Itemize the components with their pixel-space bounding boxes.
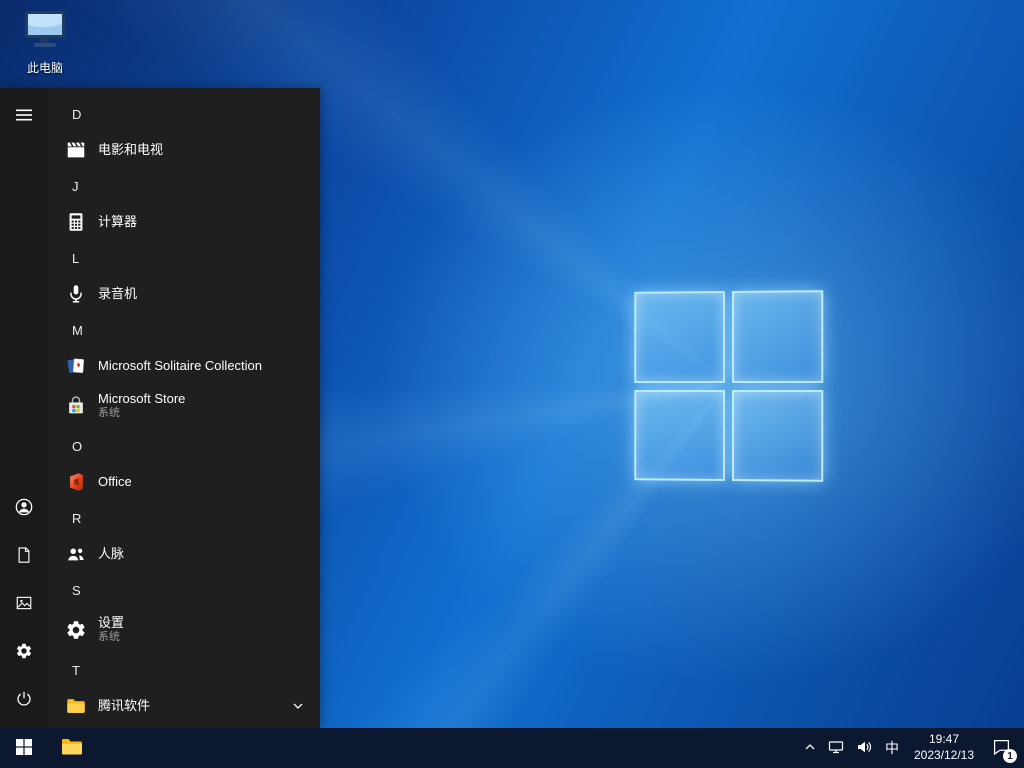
app-group-letter-s[interactable]: S — [48, 572, 320, 608]
store-icon — [64, 394, 88, 418]
ime-label: 中 — [885, 740, 899, 756]
desktop-icon-this-pc[interactable]: 此电脑 — [6, 8, 84, 76]
app-group-letter-o[interactable]: O — [48, 428, 320, 464]
app-item-solitaire[interactable]: Microsoft Solitaire Collection — [48, 348, 320, 384]
app-label: 计算器 — [98, 213, 138, 229]
logo-pane — [731, 290, 824, 383]
file-explorer-button[interactable] — [48, 728, 96, 768]
pictures-button[interactable] — [0, 580, 48, 628]
logo-pane — [634, 291, 725, 383]
app-item-settings[interactable]: 设置 系统 — [48, 608, 320, 652]
start-menu: D 电影和电视 J 计算器 L 录音机 M Microsoft Solitair… — [0, 88, 320, 728]
app-item-calculator[interactable]: 计算器 — [48, 204, 320, 240]
group-letter: J — [72, 178, 79, 194]
settings-button[interactable] — [0, 628, 48, 676]
action-center-button[interactable]: 1 — [982, 728, 1020, 768]
this-pc-label: 此电脑 — [26, 61, 63, 75]
app-item-people[interactable]: 人脉 — [48, 536, 320, 572]
chevron-up-icon — [804, 741, 816, 756]
taskbar: 中 19:47 2023/12/13 1 — [0, 728, 1024, 768]
account-button[interactable] — [0, 484, 48, 532]
group-letter: D — [72, 106, 82, 122]
app-item-microsoft-store[interactable]: Microsoft Store 系统 — [48, 384, 320, 428]
start-menu-app-list: D 电影和电视 J 计算器 L 录音机 M Microsoft Solitair… — [48, 88, 320, 728]
volume-button[interactable] — [850, 728, 878, 768]
hamburger-icon — [16, 107, 32, 126]
power-icon — [15, 690, 33, 711]
app-item-movies-tv[interactable]: 电影和电视 — [48, 132, 320, 168]
app-label: 腾讯软件 — [98, 697, 151, 713]
app-label: 设置 — [98, 615, 125, 630]
network-button[interactable] — [822, 728, 850, 768]
settings-icon — [15, 642, 33, 663]
app-group-letter-t[interactable]: T — [48, 652, 320, 688]
app-item-voice-recorder[interactable]: 录音机 — [48, 276, 320, 312]
clock-date: 2023/12/13 — [913, 748, 975, 762]
start-button[interactable] — [0, 728, 48, 768]
pictures-icon — [15, 594, 33, 615]
office-icon — [64, 470, 88, 494]
group-letter: R — [72, 510, 82, 526]
app-label: Office — [98, 473, 132, 489]
group-letter: L — [72, 250, 80, 266]
app-group-letter-m[interactable]: M — [48, 312, 320, 348]
windows-logo — [634, 290, 824, 482]
volume-icon — [856, 739, 872, 758]
movies-tv-icon — [64, 138, 88, 162]
account-icon — [14, 497, 34, 520]
app-label: 电影和电视 — [98, 141, 164, 157]
solitaire-icon — [64, 354, 88, 378]
logo-pane — [634, 389, 725, 481]
people-icon — [64, 542, 88, 566]
documents-icon — [15, 546, 33, 567]
ime-indicator[interactable]: 中 — [878, 728, 906, 768]
logo-pane — [731, 389, 824, 482]
tray-overflow-button[interactable] — [798, 728, 822, 768]
start-icon — [16, 738, 32, 758]
documents-button[interactable] — [0, 532, 48, 580]
app-label: 录音机 — [98, 285, 138, 301]
app-group-letter-l[interactable]: L — [48, 240, 320, 276]
app-sublabel: 系统 — [98, 631, 120, 644]
network-icon — [828, 739, 844, 758]
this-pc-icon — [21, 11, 69, 56]
clock-time: 19:47 — [928, 732, 960, 747]
calculator-icon — [64, 210, 88, 234]
system-tray: 中 19:47 2023/12/13 1 — [798, 728, 1024, 768]
folder-icon — [64, 694, 88, 718]
app-item-office[interactable]: Office — [48, 464, 320, 500]
app-label: Microsoft Store — [98, 391, 186, 406]
group-letter: O — [72, 438, 83, 454]
notification-badge: 1 — [1003, 749, 1017, 763]
group-letter: S — [72, 582, 81, 598]
group-letter: T — [72, 662, 80, 678]
file-explorer-icon — [60, 735, 84, 762]
app-group-letter-r[interactable]: R — [48, 500, 320, 536]
start-menu-rail — [0, 88, 48, 728]
voice-recorder-icon — [64, 282, 88, 306]
app-group-letter-d[interactable]: D — [48, 96, 320, 132]
group-letter: M — [72, 322, 83, 338]
app-sublabel: 系统 — [98, 407, 120, 420]
power-button[interactable] — [0, 676, 48, 724]
app-group-letter-j[interactable]: J — [48, 168, 320, 204]
expand-menu-button[interactable] — [0, 92, 48, 140]
app-label: 人脉 — [98, 545, 125, 561]
app-label: Microsoft Solitaire Collection — [98, 357, 263, 373]
app-item-tencent-folder[interactable]: 腾讯软件 — [48, 688, 320, 724]
settings-icon — [64, 618, 88, 642]
clock[interactable]: 19:47 2023/12/13 — [906, 728, 982, 768]
chevron-down-icon — [292, 700, 304, 712]
desktop: 此电脑 D 电影和电视 J 计算器 L 录音机 M Microsoft Soli… — [0, 0, 1024, 768]
